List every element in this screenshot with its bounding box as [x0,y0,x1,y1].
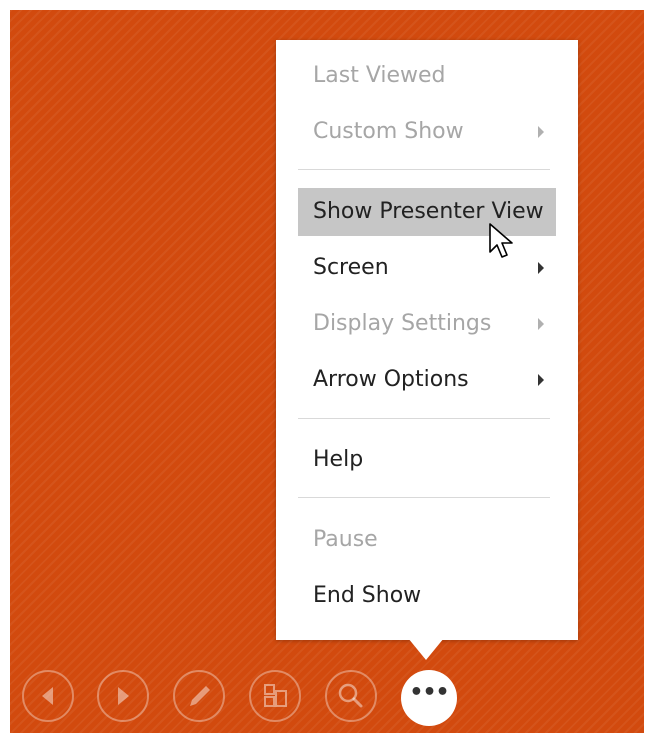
menu-item-label: Pause [313,527,378,552]
slideshow-options-menu: Last Viewed Custom Show Show Presenter V… [276,40,578,640]
menu-item-pause[interactable]: Pause [298,516,556,564]
zoom-icon [338,683,363,708]
menu-item-label: Last Viewed [313,63,446,88]
menu-item-label: Arrow Options [313,367,469,392]
zoom-button[interactable] [325,670,377,722]
submenu-arrow-icon [538,374,544,386]
menu-separator [298,497,550,498]
menu-item-label: Help [313,447,364,472]
pen-tool-button[interactable] [173,670,225,722]
menu-item-last-viewed[interactable]: Last Viewed [298,52,556,100]
next-slide-button[interactable] [97,670,149,722]
menu-item-help[interactable]: Help [298,436,556,484]
menu-item-label: Display Settings [313,311,492,336]
previous-icon [42,687,53,705]
mouse-pointer-icon [489,223,513,258]
more-options-icon: ••• [409,680,449,705]
menu-pointer-tail [408,638,444,660]
submenu-arrow-icon [538,262,544,274]
menu-item-arrow-options[interactable]: Arrow Options [298,356,556,404]
menu-item-screen[interactable]: Screen [298,244,556,292]
see-all-slides-button[interactable] [249,670,301,722]
see-all-slides-icon [264,684,287,707]
menu-item-display-settings[interactable]: Display Settings [298,300,556,348]
next-icon [118,687,129,705]
menu-item-custom-show[interactable]: Custom Show [298,108,556,156]
menu-item-label: Custom Show [313,119,464,144]
menu-separator [298,418,550,419]
menu-item-label: End Show [313,583,422,608]
previous-slide-button[interactable] [22,670,74,722]
menu-item-show-presenter-view[interactable]: Show Presenter View [298,188,556,236]
submenu-arrow-icon [538,318,544,330]
pen-icon [190,686,210,706]
menu-item-end-show[interactable]: End Show [298,572,556,620]
more-options-button[interactable]: ••• [401,670,457,726]
menu-separator [298,169,550,170]
menu-item-label: Screen [313,255,389,280]
submenu-arrow-icon [538,126,544,138]
